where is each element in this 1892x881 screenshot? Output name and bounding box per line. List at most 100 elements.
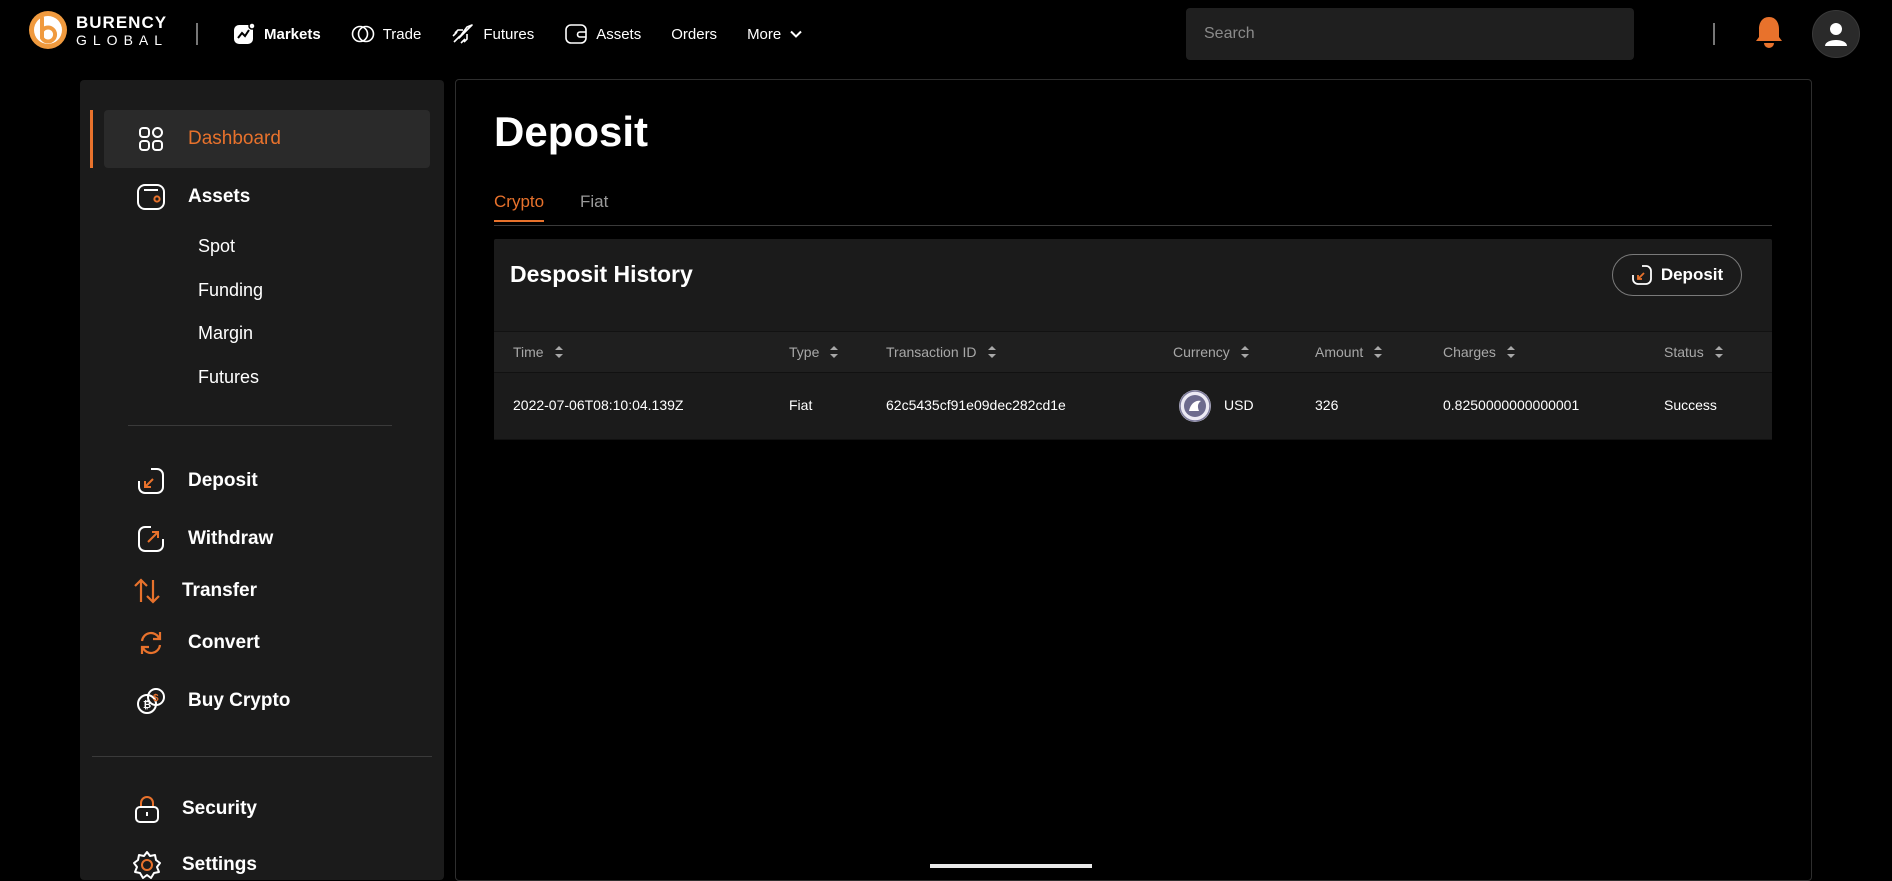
sidebar-item-label: Dashboard: [188, 128, 281, 149]
sidebar-item-label: Buy Crypto: [188, 690, 291, 711]
column-label: Currency: [1173, 344, 1230, 360]
table-row[interactable]: 2022-07-06T08:10:04.139Z Fiat 62c5435cf9…: [494, 372, 1772, 440]
deposit-icon: [138, 468, 164, 494]
cell-status: Success: [1664, 397, 1717, 413]
nav-more[interactable]: More: [747, 26, 803, 43]
deposit-history-title: Desposit History: [510, 261, 693, 287]
main-panel: Deposit Crypto Fiat Desposit History Dep…: [455, 79, 1812, 881]
sidebar-item-label: Convert: [188, 632, 260, 653]
nav-assets[interactable]: Assets: [564, 22, 641, 46]
burency-logo-icon: [29, 11, 67, 49]
deposit-history-card: Desposit History Deposit Time Type Trans…: [494, 239, 1772, 440]
sort-icon: [1374, 346, 1383, 358]
sidebar-item-deposit[interactable]: Deposit: [136, 466, 258, 496]
main-menu: Markets Trade Futures Assets Orders More: [232, 0, 833, 68]
gear-icon: [133, 851, 161, 879]
markets-chart-icon: [234, 22, 256, 44]
sidebar-subitem-spot[interactable]: Spot: [198, 236, 235, 257]
column-header-amount[interactable]: Amount: [1315, 344, 1383, 360]
wallet-icon: [565, 24, 588, 44]
futures-rocket-icon: [452, 24, 474, 44]
notification-bell-icon[interactable]: [1752, 14, 1786, 50]
svg-text:$: $: [153, 693, 159, 704]
user-icon: [1825, 23, 1847, 46]
wallet-icon: [137, 184, 165, 210]
deposit-tabs: Crypto Fiat: [494, 192, 1772, 226]
cell-charges: 0.8250000000000001: [1443, 397, 1580, 413]
buy-crypto-icon: ₿ $: [137, 688, 165, 714]
search-input[interactable]: [1186, 8, 1634, 60]
table-header: Time Type Transaction ID Currency Amount…: [494, 331, 1772, 372]
logo-text-sub: GLOBAL: [76, 31, 169, 48]
sidebar-item-convert[interactable]: Convert: [136, 628, 260, 658]
sort-icon: [987, 346, 996, 358]
sidebar-item-dashboard[interactable]: Dashboard: [136, 124, 281, 154]
sidebar-item-label: Deposit: [188, 470, 258, 491]
sidebar-active-indicator: [90, 110, 93, 168]
deposit-button[interactable]: Deposit: [1612, 254, 1742, 296]
sort-icon: [1714, 346, 1723, 358]
nav-divider-right: [1713, 23, 1715, 45]
page-title: Deposit: [494, 108, 649, 155]
sort-icon: [830, 346, 839, 358]
sidebar-subitem-margin[interactable]: Margin: [198, 323, 253, 344]
trade-coins-icon: [351, 25, 375, 43]
nav-trade[interactable]: Trade: [351, 22, 422, 46]
column-header-transaction-id[interactable]: Transaction ID: [886, 344, 997, 360]
horizontal-scroll-indicator[interactable]: [930, 864, 1092, 868]
logo-text-brand: BURENCY: [76, 12, 168, 32]
sidebar: Dashboard Assets Spot Funding Margin Fut…: [80, 80, 444, 880]
column-header-time[interactable]: Time: [513, 344, 564, 360]
nav-markets-label: Markets: [264, 25, 321, 43]
nav-futures-label: Futures: [483, 25, 535, 43]
column-header-type[interactable]: Type: [789, 344, 839, 360]
nav-futures[interactable]: Futures: [451, 22, 534, 46]
column-header-charges[interactable]: Charges: [1443, 344, 1516, 360]
nav-trade-label: Trade: [382, 25, 422, 43]
cell-amount: 326: [1315, 397, 1339, 413]
sidebar-divider: [128, 425, 392, 426]
sidebar-item-assets[interactable]: Assets: [136, 182, 250, 212]
sort-icon: [1506, 346, 1515, 358]
column-header-status[interactable]: Status: [1664, 344, 1724, 360]
convert-icon: [140, 631, 162, 655]
top-navbar: BURENCY GLOBAL Markets Trade Futures Ass…: [0, 0, 1892, 68]
deposit-button-label: Deposit: [1660, 265, 1724, 284]
withdraw-icon: [138, 526, 164, 552]
nav-markets[interactable]: Markets: [232, 22, 321, 46]
cell-transaction-id: 62c5435cf91e09dec282cd1e: [886, 397, 1066, 413]
nav-assets-label: Assets: [596, 25, 642, 43]
lock-icon: [135, 796, 159, 823]
user-avatar[interactable]: [1812, 10, 1860, 58]
sidebar-subitem-funding[interactable]: Funding: [198, 280, 263, 301]
sidebar-item-label: Settings: [182, 854, 257, 875]
logo[interactable]: BURENCY GLOBAL: [28, 10, 168, 50]
usd-coin-icon: [1179, 390, 1211, 422]
sort-icon: [554, 346, 563, 358]
nav-divider: [196, 23, 198, 45]
sidebar-item-settings[interactable]: Settings: [132, 850, 257, 880]
column-label: Time: [513, 344, 544, 360]
cell-time: 2022-07-06T08:10:04.139Z: [513, 397, 684, 413]
column-label: Type: [789, 344, 820, 360]
sidebar-item-label: Security: [182, 798, 257, 819]
column-label: Amount: [1315, 344, 1364, 360]
sidebar-item-buy-crypto[interactable]: ₿ $ Buy Crypto: [136, 686, 290, 716]
column-header-currency[interactable]: Currency: [1173, 344, 1250, 360]
tab-fiat[interactable]: Fiat: [580, 192, 608, 220]
sidebar-item-label: Assets: [188, 186, 251, 207]
sidebar-subitem-futures[interactable]: Futures: [198, 367, 259, 388]
nav-orders-label: Orders: [671, 25, 718, 43]
svg-text:₿: ₿: [143, 699, 151, 711]
sidebar-item-label: Withdraw: [188, 528, 274, 549]
nav-orders[interactable]: Orders: [671, 26, 717, 43]
cell-currency: USD: [1224, 397, 1254, 413]
sidebar-divider: [92, 756, 432, 757]
tab-crypto[interactable]: Crypto: [494, 192, 545, 222]
sort-icon: [1240, 346, 1249, 358]
column-label: Transaction ID: [886, 344, 977, 360]
sidebar-item-withdraw[interactable]: Withdraw: [136, 524, 273, 554]
sidebar-item-security[interactable]: Security: [132, 794, 257, 824]
sidebar-item-transfer[interactable]: Transfer: [132, 576, 257, 606]
deposit-icon: [1631, 265, 1652, 285]
